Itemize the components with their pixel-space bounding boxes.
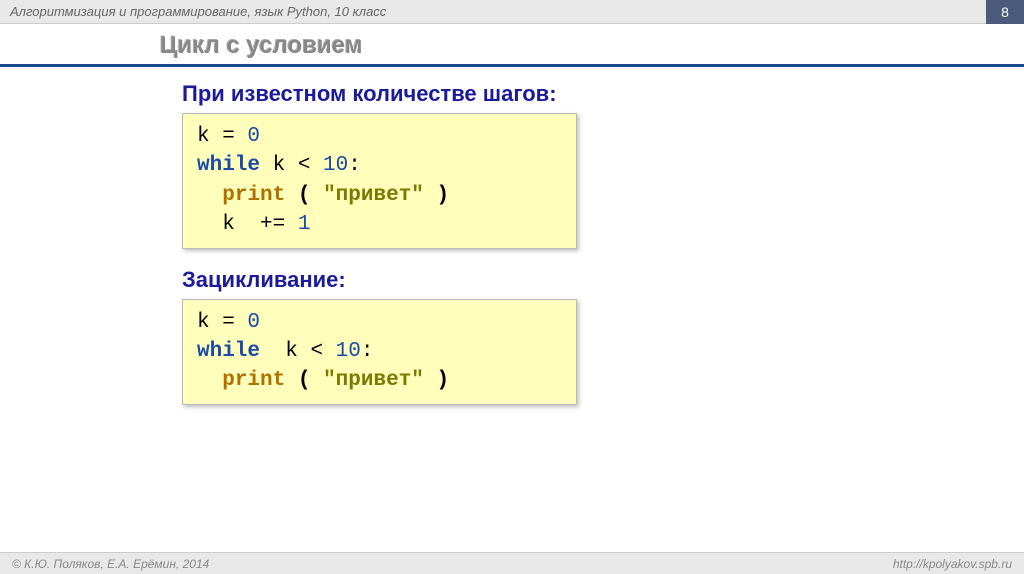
header-title: Алгоритмизация и программирование, язык … [10, 4, 386, 19]
header: Алгоритмизация и программирование, язык … [0, 0, 1024, 24]
footer-url: http://kpolyakov.spb.ru [893, 557, 1012, 571]
footer-copyright: © К.Ю. Поляков, Е.А. Ерёмин, 2014 [12, 557, 209, 571]
code-line: print ( "привет" ) [197, 181, 562, 210]
slide-title: Цикл с условием [0, 24, 1024, 64]
section2-title: Зацикливание: [182, 267, 1024, 293]
code-block-2: k = 0 while k < 10: print ( "привет" ) [182, 299, 577, 405]
code-line: k = 0 [197, 122, 562, 151]
section1-title: При известном количестве шагов: [182, 81, 1024, 107]
content: При известном количестве шагов: k = 0 wh… [0, 67, 1024, 405]
footer: © К.Ю. Поляков, Е.А. Ерёмин, 2014 http:/… [0, 552, 1024, 574]
page-number: 8 [986, 0, 1024, 24]
code-line: k = 0 [197, 308, 562, 337]
code-line: k += 1 [197, 210, 562, 239]
code-line: print ( "привет" ) [197, 366, 562, 395]
code-line: while k < 10: [197, 151, 562, 180]
code-block-1: k = 0 while k < 10: print ( "привет" ) k… [182, 113, 577, 249]
code-line: while k < 10: [197, 337, 562, 366]
